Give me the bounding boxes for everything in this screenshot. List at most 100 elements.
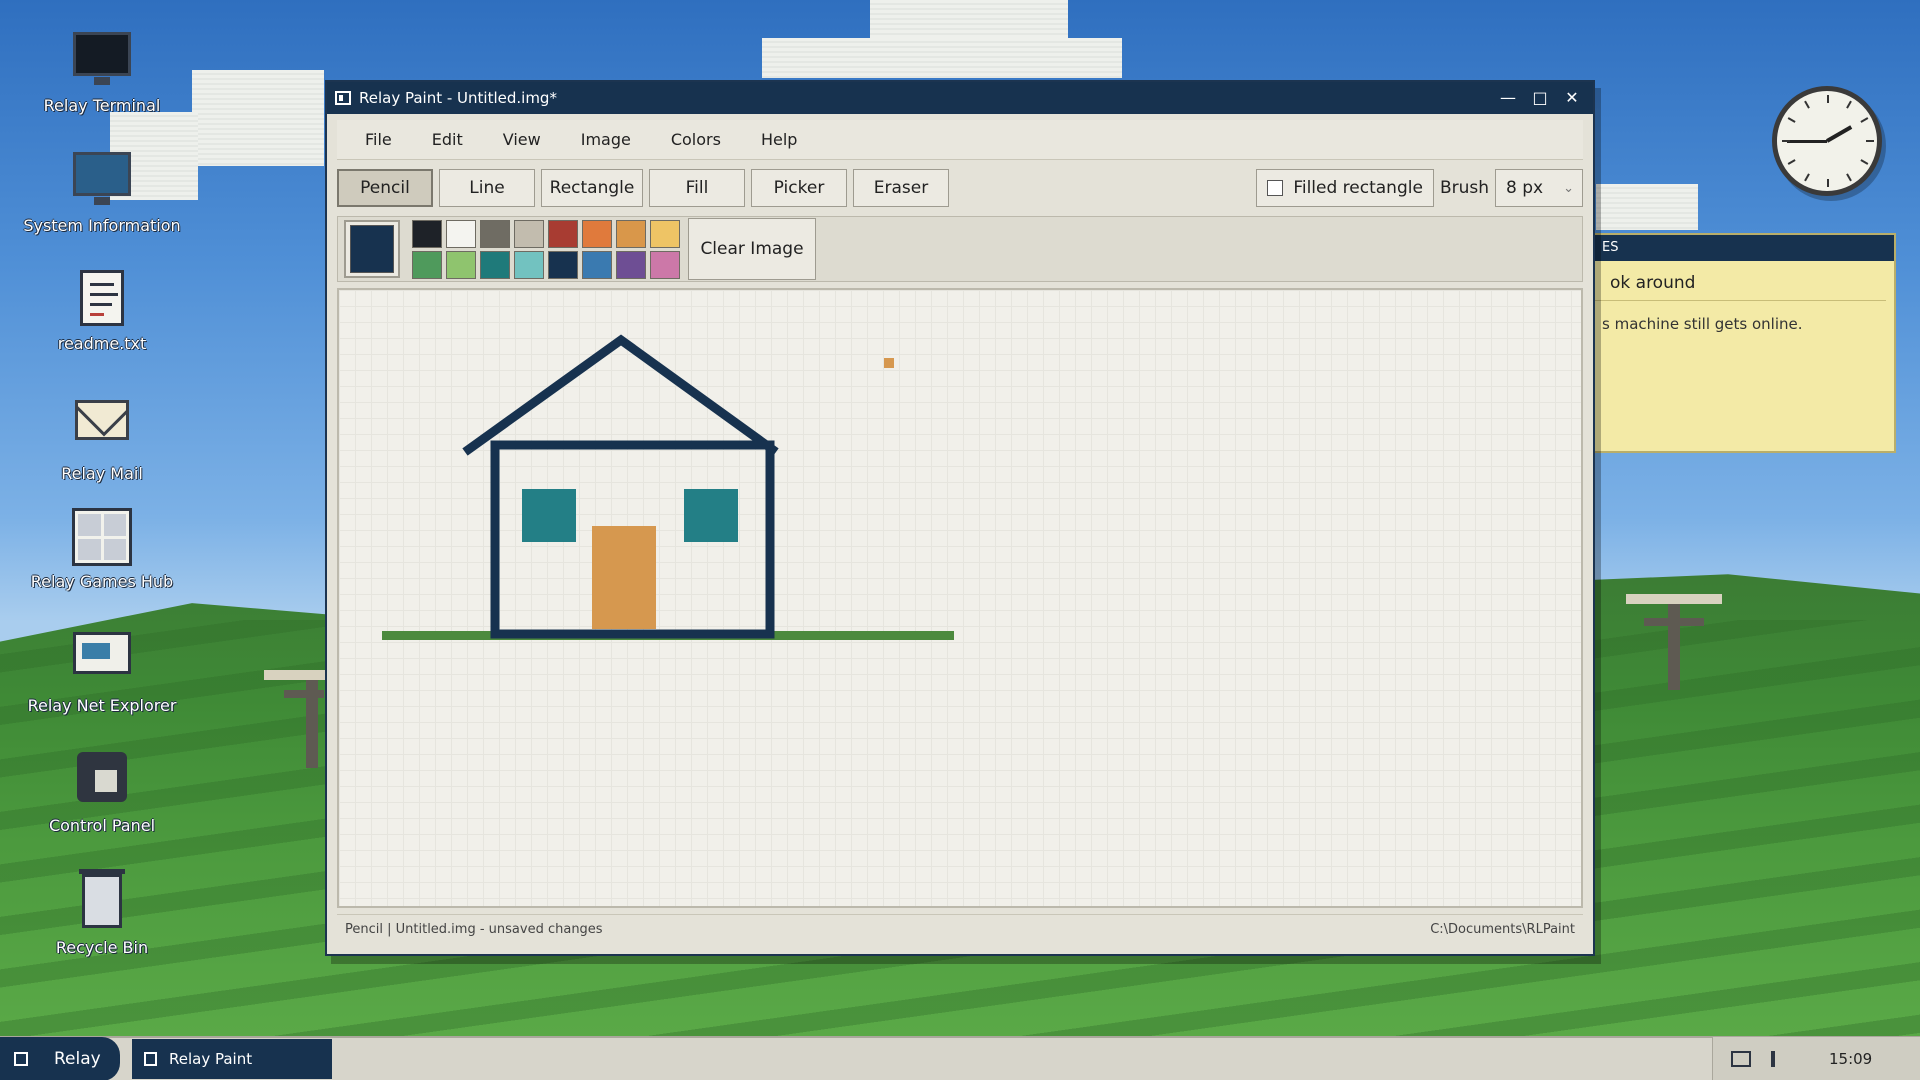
clear-image-button[interactable]: Clear Image [688,218,816,280]
menu-view[interactable]: View [489,124,555,155]
start-label: Relay [54,1049,101,1069]
status-bar: Pencil | Untitled.img - unsaved changes … [337,914,1583,944]
palette-swatch[interactable] [616,219,646,248]
minimize-button[interactable]: — [1495,87,1521,109]
cloud [1596,184,1698,230]
current-color-button[interactable] [344,220,400,278]
control-panel-icon [72,752,132,812]
start-button[interactable]: Relay [0,1037,120,1080]
notes-line: ok around [1570,261,1886,301]
paint-canvas[interactable] [337,288,1583,908]
palette-swatch[interactable] [548,250,578,279]
notes-line: s machine still gets online. [1602,315,1803,333]
notes-widget[interactable]: ES ok around s machine still gets online… [1560,233,1896,453]
desktop-icon-control-panel[interactable]: Control Panel [14,748,190,835]
desktop-icon-label: Control Panel [48,816,156,835]
clock-minute-hand [1787,140,1827,143]
window-title: Relay Paint - Untitled.img* [359,89,557,107]
network-icon[interactable] [1771,1051,1787,1067]
desktop-icon-label: readme.txt [57,334,147,353]
roof-stroke [462,334,779,456]
paint-window[interactable]: Relay Paint - Untitled.img* — □ ✕ File E… [325,80,1595,956]
relay-logo-icon [14,1052,28,1066]
post-sign [264,670,326,680]
notes-header: ES [1562,235,1894,261]
menu-image[interactable]: Image [567,124,645,155]
desktop-icon-recycle-bin[interactable]: Recycle Bin [14,869,190,957]
tool-fill-button[interactable]: Fill [649,169,745,207]
net-explorer-icon [72,632,132,692]
taskbar: Relay Relay Paint 15:09 [0,1036,1920,1080]
close-button[interactable]: ✕ [1559,87,1585,109]
tool-rectangle-button[interactable]: Rectangle [541,169,643,207]
clock-tick [1846,173,1852,182]
palette-swatch[interactable] [480,219,510,248]
palette-swatch[interactable] [650,250,680,279]
desktop-icon-relay-games-hub[interactable]: Relay Games Hub [14,508,190,591]
tool-eraser-button[interactable]: Eraser [853,169,949,207]
desktop-icon-system-information[interactable]: System Information [14,152,190,235]
paint-app-icon [144,1052,157,1066]
desktop-icon-relay-net-explorer[interactable]: Relay Net Explorer [14,632,190,715]
palette-swatch[interactable] [446,250,476,279]
desktop-icon-label: System Information [23,216,181,235]
paint-dot [884,358,894,368]
tool-pencil-button[interactable]: Pencil [337,169,433,207]
menu-help[interactable]: Help [747,124,811,155]
desktop-icon-label: Relay Games Hub [30,572,174,591]
post-sign [1626,594,1722,604]
clock-tick [1787,117,1796,123]
current-color-swatch [350,225,394,273]
brush-size-select[interactable]: 8 px ⌄ [1495,169,1583,207]
palette-swatch[interactable] [548,219,578,248]
tool-line-button[interactable]: Line [439,169,535,207]
house-window-right [684,489,738,542]
brush-size-value: 8 px [1506,178,1544,198]
palette-bar: Clear Image [337,216,1583,282]
house-window-left [522,489,576,542]
color-palette [412,219,680,279]
menu-file[interactable]: File [351,124,406,155]
menu-edit[interactable]: Edit [418,124,477,155]
desktop-icon-label: Recycle Bin [55,938,149,957]
maximize-button[interactable]: □ [1527,87,1553,109]
filled-rectangle-checkbox[interactable] [1267,180,1284,196]
notification-icon[interactable] [1731,1051,1751,1067]
clock-tick [1804,100,1810,109]
palette-swatch[interactable] [412,219,442,248]
cloud [762,38,1122,78]
window-titlebar[interactable]: Relay Paint - Untitled.img* — □ ✕ [327,82,1593,114]
clock-tick [1787,159,1796,165]
mail-icon [72,400,132,460]
palette-swatch[interactable] [650,219,680,248]
palette-swatch[interactable] [412,250,442,279]
terminal-icon [72,32,132,92]
clock-widget[interactable] [1772,86,1882,196]
clock-tick [1804,173,1810,182]
desktop-icon-relay-terminal[interactable]: Relay Terminal [14,32,190,115]
tool-picker-button[interactable]: Picker [751,169,847,207]
brush-label: Brush [1439,178,1489,198]
palette-swatch[interactable] [514,219,544,248]
palette-swatch[interactable] [616,250,646,279]
palette-swatch[interactable] [514,250,544,279]
taskbar-item-relay-paint[interactable]: Relay Paint [132,1039,332,1079]
menu-colors[interactable]: Colors [657,124,735,155]
recycle-bin-icon [72,869,132,934]
menu-bar: File Edit View Image Colors Help [337,120,1583,160]
desktop-icon-relay-mail[interactable]: Relay Mail [14,390,190,483]
clock-tick [1866,140,1874,142]
tray-clock[interactable]: 15:09 [1829,1050,1872,1068]
desktop-icon-label: Relay Mail [61,464,143,483]
desktop-icon-label: Relay Terminal [43,96,161,115]
desktop-icon-readme[interactable]: readme.txt [14,270,190,353]
palette-swatch[interactable] [480,250,510,279]
toolbar: Pencil Line Rectangle Fill Picker Eraser… [337,166,1583,210]
filled-rectangle-toggle[interactable]: Filled rectangle [1256,169,1434,207]
desktop: Relay Terminal System Information readme… [0,0,1920,1036]
clock-tick [1860,117,1869,123]
palette-swatch[interactable] [582,250,612,279]
palette-swatch[interactable] [446,219,476,248]
clock-tick [1782,140,1790,142]
palette-swatch[interactable] [582,219,612,248]
